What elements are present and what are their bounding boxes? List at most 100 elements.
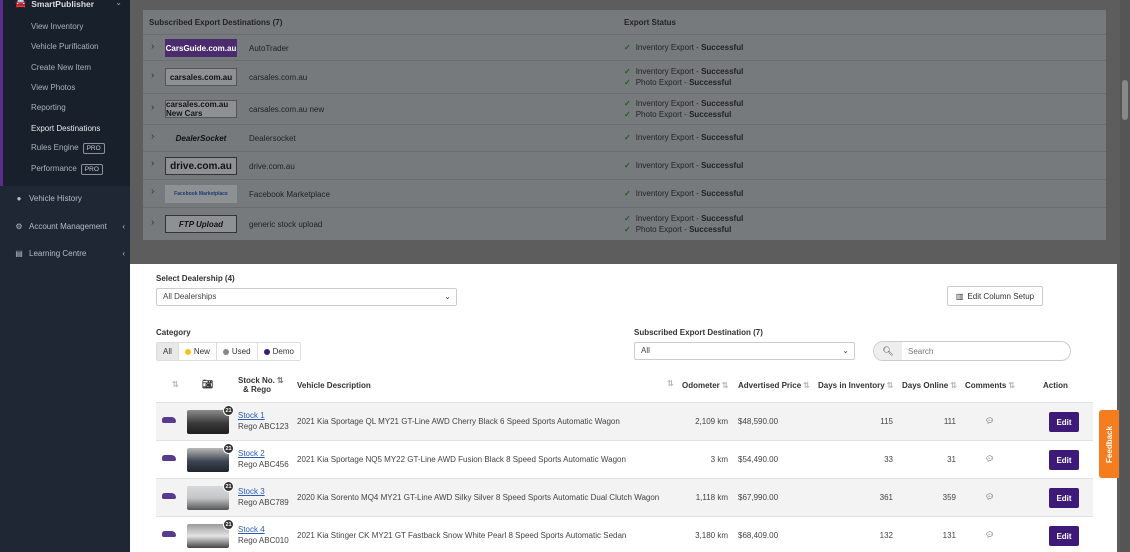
export-status: ✓ Inventory Export - Successful xyxy=(624,189,744,198)
table-row: 21 Stock 2 Rego ABC456 2021 Kia Sportage… xyxy=(156,440,1093,478)
chevron-right-icon[interactable]: › xyxy=(151,217,154,228)
check-icon: ✓ xyxy=(624,133,631,142)
days-online-value: 111 xyxy=(943,417,956,426)
chevron-right-icon[interactable]: › xyxy=(151,186,154,197)
sidebar-item-performance[interactable]: Performance PRO xyxy=(31,164,103,175)
sidebar-item-vehicle-history[interactable]: ● Vehicle History xyxy=(15,194,125,203)
photo-count-badge: 21 xyxy=(223,481,234,492)
comment-icon[interactable]: 💬︎ xyxy=(985,417,994,425)
export-status: ✓ Inventory Export - Successful xyxy=(624,161,744,170)
edit-button[interactable]: Edit xyxy=(1049,412,1079,432)
stock-link[interactable]: Stock 3 xyxy=(238,487,265,496)
sort-icon[interactable]: ⇅ xyxy=(665,379,674,388)
vehicle-description: 2021 Kia Sportage NQ5 MY22 GT-Line AWD F… xyxy=(297,455,626,464)
comment-icon[interactable]: 💬︎ xyxy=(985,493,994,501)
edit-button[interactable]: Edit xyxy=(1049,488,1079,508)
comment-icon[interactable]: 💬︎ xyxy=(985,455,994,463)
chevron-down-icon: ⌄ xyxy=(842,346,849,355)
photo-count-badge: 21 xyxy=(223,405,234,416)
category-label: Category xyxy=(156,328,191,337)
sidebar-item-view-inventory[interactable]: View Inventory xyxy=(31,22,83,31)
odometer-value: 3 km xyxy=(710,455,728,464)
header-comments[interactable]: Comments ⇅ xyxy=(965,381,1015,390)
category-demo[interactable]: Demo xyxy=(258,343,300,360)
vehicle-thumbnail[interactable] xyxy=(187,410,229,434)
chevron-right-icon[interactable]: › xyxy=(151,102,154,113)
stock-link[interactable]: Stock 2 xyxy=(238,449,265,458)
rego-text: Rego ABC789 xyxy=(238,498,289,507)
edit-button[interactable]: Edit xyxy=(1049,526,1079,546)
edit-button[interactable]: Edit xyxy=(1049,450,1079,470)
days-online-value: 31 xyxy=(947,455,956,464)
sidebar-item-create-new-item[interactable]: Create New Item xyxy=(31,63,91,72)
carsales-new-logo: carsales.com.au New Cars xyxy=(165,100,237,118)
sidebar-section-header[interactable]: 🚘 SmartPublisher xyxy=(15,0,94,9)
feedback-tab[interactable]: Feedback xyxy=(1099,410,1119,478)
vehicle-thumbnail[interactable] xyxy=(187,524,229,548)
destination-name: Facebook Marketplace xyxy=(249,190,330,199)
sidebar-item-label: Account Management xyxy=(29,222,107,231)
header-odometer[interactable]: Odometer ⇅ xyxy=(682,381,729,390)
dealership-select[interactable]: All Dealerships ⌄ xyxy=(156,288,457,306)
check-icon: ✓ xyxy=(624,189,631,198)
destination-name: generic stock upload xyxy=(249,220,323,229)
export-row: › Facebook Marketplace Facebook Marketpl… xyxy=(143,179,1106,207)
sidebar-item-learning-centre[interactable]: ▤ Learning Centre ‹ xyxy=(15,249,125,258)
header-price[interactable]: Advertised Price ⇅ xyxy=(738,381,810,390)
header-action: Action xyxy=(1043,381,1068,390)
header-days-in-inventory[interactable]: Days in Inventory ⇅ xyxy=(818,381,893,390)
vehicle-thumbnail[interactable] xyxy=(187,448,229,472)
sidebar-item-account-management[interactable]: ⚙ Account Management ‹ xyxy=(15,222,125,231)
category-filter: All New Used Demo xyxy=(156,342,301,361)
days-in-inventory-value: 115 xyxy=(880,417,893,426)
export-status: ✓ Inventory Export - Successful ✓ Photo Ex… xyxy=(624,67,744,87)
sidebar-item-label: Vehicle History xyxy=(29,194,82,203)
destination-name: carsales.com.au new xyxy=(249,105,325,114)
stock-link[interactable]: Stock 4 xyxy=(238,525,265,534)
export-row: › carsales.com.au New Cars carsales.com.… xyxy=(143,93,1106,124)
check-icon: ✓ xyxy=(624,109,631,119)
chevron-right-icon[interactable]: › xyxy=(151,41,154,52)
sidebar-item-rules-engine[interactable]: Rules Engine PRO xyxy=(31,143,105,154)
vehicle-thumbnail[interactable] xyxy=(187,486,229,510)
sidebar-item-view-photos[interactable]: View Photos xyxy=(31,83,75,92)
scrollbar-thumb[interactable] xyxy=(1122,80,1128,120)
chevron-right-icon[interactable]: › xyxy=(151,158,154,169)
car-icon xyxy=(162,531,176,537)
camera-icon: 📷︎ xyxy=(202,379,214,389)
category-new[interactable]: New xyxy=(179,343,217,360)
sort-icon[interactable]: ⇅ xyxy=(170,380,179,389)
header-days-online[interactable]: Days Online ⇅ xyxy=(902,381,957,390)
comment-icon[interactable]: 💬︎ xyxy=(985,531,994,539)
export-destination-select[interactable]: All ⌄ xyxy=(634,342,855,360)
days-online-value: 131 xyxy=(942,531,956,540)
stock-link[interactable]: Stock 1 xyxy=(238,411,265,420)
header-stock[interactable]: Stock No. ⇅ & Rego xyxy=(238,376,284,394)
sidebar-item-export-destinations[interactable]: Export Destinations xyxy=(31,124,100,133)
price-value: $48,590.00 xyxy=(738,417,779,426)
chevron-right-icon[interactable]: › xyxy=(151,70,154,81)
search-box: 🔍︎ xyxy=(873,341,1071,361)
odometer-value: 3,180 km xyxy=(695,531,728,540)
new-dot-icon xyxy=(184,348,191,355)
search-icon[interactable]: 🔍︎ xyxy=(874,342,902,360)
destination-name: AutoTrader xyxy=(249,44,289,53)
export-destinations-panel: Subscribed Export Destinations (7) Expor… xyxy=(143,10,1106,240)
chevron-right-icon[interactable]: › xyxy=(151,131,154,142)
drive-logo: drive.com.au xyxy=(165,157,237,175)
export-status: ✓ Inventory Export - Successful ✓ Photo Ex… xyxy=(624,99,744,119)
search-input[interactable] xyxy=(908,342,1058,360)
price-value: $54,490.00 xyxy=(738,455,779,464)
header-description[interactable]: Vehicle Description xyxy=(297,381,371,390)
used-dot-icon xyxy=(222,348,229,355)
sidebar-item-vehicle-purification[interactable]: Vehicle Purification xyxy=(31,42,99,51)
category-all[interactable]: All xyxy=(157,343,179,360)
check-icon: ✓ xyxy=(624,224,631,234)
odometer-value: 2,109 km xyxy=(695,417,728,426)
export-status: ✓ Inventory Export - Successful ✓ Photo Ex… xyxy=(624,214,744,234)
edit-column-setup-button[interactable]: ▥ Edit Column Setup xyxy=(947,286,1043,306)
category-used[interactable]: Used xyxy=(217,343,258,360)
sidebar-item-reporting[interactable]: Reporting xyxy=(31,103,66,112)
chevron-down-icon[interactable]: ⌄ xyxy=(115,0,122,7)
carsales-logo: carsales.com.au xyxy=(165,68,237,86)
